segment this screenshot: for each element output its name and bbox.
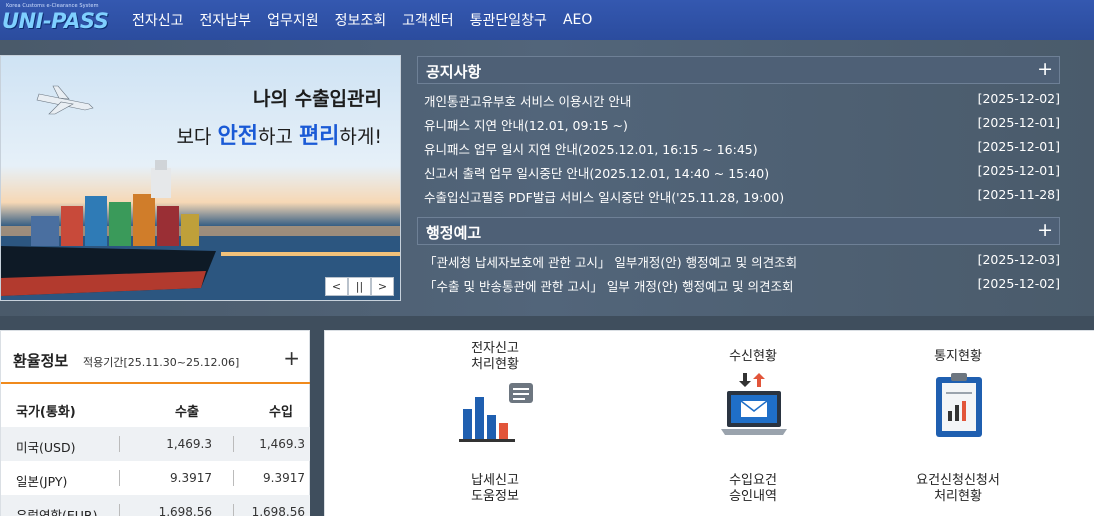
notice-item[interactable]: 유니패스 업무 일시 지연 안내(2025.12.01, 16:15 ~ 16:… <box>424 136 1060 158</box>
divider <box>233 470 234 486</box>
export-rate-cell: 1,469.3 <box>166 437 212 451</box>
admin-notice-date: [2025-12-02] <box>977 276 1060 291</box>
notice-title[interactable]: 개인통관고유부호 서비스 이용시간 안내 <box>424 91 631 110</box>
e-filing-status-shortcut[interactable]: 전자신고 처리현황 <box>425 341 565 443</box>
exchange-rate-panel: 환율정보 적용기간[25.11.30~25.12.06] + 국가(통화) 수출… <box>0 330 310 516</box>
country-cell: 일본(JPY) <box>16 474 68 489</box>
clipboard-chart-icon <box>936 373 982 437</box>
admin-notice-board-title: 행정예고 <box>426 224 482 242</box>
notice-title[interactable]: 유니패스 지연 안내(12.01, 09:15 ~) <box>424 115 628 134</box>
nav-item-e-payment[interactable]: 전자납부 <box>200 10 252 30</box>
nav-item-aeo[interactable]: AEO <box>563 12 592 28</box>
column-header-country: 국가(통화) <box>16 405 76 420</box>
admin-notice-title[interactable]: 「관세청 납세자보호에 관한 고시」 일부개정(안) 행정예고 및 의견조회 <box>424 252 797 271</box>
laptop-mail-icon <box>721 373 787 435</box>
banner-highlight-safe: 안전 <box>217 124 258 149</box>
nav-item-e-filing[interactable]: 전자신고 <box>132 10 184 30</box>
logo-text: UNI-PASS <box>2 9 109 33</box>
notice-board-header: 공지사항 + <box>417 56 1060 84</box>
import-rate-cell: 1,469.3 <box>259 437 305 451</box>
exchange-more-button[interactable]: + <box>283 346 300 370</box>
country-cell: 미국(USD) <box>16 440 76 455</box>
notice-board-title: 공지사항 <box>426 63 482 81</box>
divider <box>119 436 120 452</box>
shortcut-label: 납세신고 <box>471 473 519 488</box>
divider <box>119 504 120 516</box>
admin-notice-board-header: 행정예고 + <box>417 217 1060 245</box>
column-header-import: 수입 <box>269 405 293 420</box>
notice-title[interactable]: 수출입신고필증 PDF발급 서비스 일시중단 안내('25.11.28, 19:… <box>424 187 784 206</box>
requirement-application-status-shortcut[interactable]: 요건신청신청서 처리현황 <box>888 473 1028 505</box>
notice-date: [2025-11-28] <box>977 187 1060 202</box>
column-header-export: 수출 <box>175 405 199 420</box>
banner-subheadline: 보다 안전하고 편리하게! <box>176 118 382 150</box>
notice-item[interactable]: 유니패스 지연 안내(12.01, 09:15 ~) [2025-12-01] <box>424 112 1060 134</box>
shortcut-label: 승인내역 <box>729 489 777 504</box>
notice-item[interactable]: 신고서 출력 업무 일시중단 안내(2025.12.01, 14:40 ~ 15… <box>424 160 1060 182</box>
tax-help-info-shortcut[interactable]: 납세신고 도움정보 <box>425 473 565 505</box>
banner-highlight-convenient: 편리 <box>298 124 340 149</box>
notice-date: [2025-12-01] <box>977 163 1060 178</box>
shortcut-label: 전자신고 <box>471 341 519 356</box>
nav-item-info-inquiry[interactable]: 정보조회 <box>335 10 387 30</box>
banner-text-1: 보다 <box>176 126 218 148</box>
shortcut-label: 수입요건 <box>729 473 777 488</box>
banner-text-2: 하고 <box>257 126 299 148</box>
admin-notice-more-button[interactable]: + <box>1037 219 1053 241</box>
notice-title[interactable]: 유니패스 업무 일시 지연 안내(2025.12.01, 16:15 ~ 16:… <box>424 139 758 158</box>
divider <box>233 504 234 516</box>
notice-date: [2025-12-02] <box>977 91 1060 106</box>
top-navigation-bar: Korea Customs e-Clearance System UNI-PAS… <box>0 0 1094 40</box>
admin-notice-item[interactable]: 「관세청 납세자보호에 관한 고시」 일부개정(안) 행정예고 및 의견조회 [2… <box>424 249 1060 271</box>
import-rate-cell: 1,698.56 <box>251 505 305 516</box>
notice-title[interactable]: 신고서 출력 업무 일시중단 안내(2025.12.01, 14:40 ~ 15… <box>424 163 769 182</box>
export-rate-cell: 1,698.56 <box>158 505 212 516</box>
divider <box>233 436 234 452</box>
promo-banner[interactable]: 나의 수출입관리 보다 안전하고 편리하게! < || > <box>0 55 401 301</box>
export-rate-cell: 9.3917 <box>170 471 212 485</box>
banner-text-3: 하게! <box>339 126 382 148</box>
notice-item[interactable]: 개인통관고유부호 서비스 이용시간 안내 [2025-12-02] <box>424 88 1060 110</box>
table-row: 미국(USD) 1,469.3 1,469.3 <box>1 427 310 461</box>
shortcut-label: 통지현황 <box>934 349 982 364</box>
notification-status-shortcut[interactable]: 통지현황 <box>888 349 1028 443</box>
nav-item-single-window[interactable]: 통관단일창구 <box>470 10 547 30</box>
divider <box>119 470 120 486</box>
notice-date: [2025-12-01] <box>977 139 1060 154</box>
import-rate-cell: 9.3917 <box>263 471 305 485</box>
notice-date: [2025-12-01] <box>977 115 1060 130</box>
unipass-logo[interactable]: Korea Customs e-Clearance System UNI-PAS… <box>0 0 110 40</box>
banner-next-button[interactable]: > <box>371 277 394 296</box>
exchange-rate-period: 적용기간[25.11.30~25.12.06] <box>83 356 240 369</box>
nav-item-customer-center[interactable]: 고객센터 <box>402 10 454 30</box>
shortcut-label: 수신현황 <box>729 349 777 364</box>
notice-item[interactable]: 수출입신고필증 PDF발급 서비스 일시중단 안내('25.11.28, 19:… <box>424 184 1060 206</box>
admin-notice-title[interactable]: 「수출 및 반송통관에 관한 고시」 일부 개정(안) 행정예고 및 의견조회 <box>424 276 794 295</box>
admin-notice-item[interactable]: 「수출 및 반송통관에 관한 고시」 일부 개정(안) 행정예고 및 의견조회 [… <box>424 273 1060 295</box>
country-cell: 유럽연합(EUR) <box>16 508 98 516</box>
import-requirement-approval-shortcut[interactable]: 수입요건 승인내역 <box>683 473 823 505</box>
shortcut-label: 처리현황 <box>471 357 519 372</box>
nav-item-business-support[interactable]: 업무지원 <box>267 10 319 30</box>
exchange-rate-header: 환율정보 적용기간[25.11.30~25.12.06] + <box>1 331 310 384</box>
shortcut-label: 도움정보 <box>471 489 519 504</box>
shortcut-label: 요건신청신청서 <box>916 473 1000 488</box>
shortcut-label: 처리현황 <box>934 489 982 504</box>
bar-chart-report-icon <box>459 383 533 442</box>
exchange-rate-title: 환율정보 <box>13 352 69 370</box>
reception-status-shortcut[interactable]: 수신현황 <box>683 349 823 443</box>
table-row: 일본(JPY) 9.3917 9.3917 <box>1 461 310 495</box>
notice-more-button[interactable]: + <box>1037 58 1053 80</box>
admin-notice-date: [2025-12-03] <box>977 252 1060 267</box>
banner-prev-button[interactable]: < <box>325 277 348 296</box>
banner-pause-button[interactable]: || <box>348 277 371 296</box>
table-row: 유럽연합(EUR) 1,698.56 1,698.56 <box>1 495 310 516</box>
banner-headline: 나의 수출입관리 <box>253 88 382 110</box>
main-menu: 전자신고 전자납부 업무지원 정보조회 고객센터 통관단일창구 AEO <box>132 0 608 40</box>
status-shortcut-panel: 전자신고 처리현황 수신현황 통지현황 납세신고 도움정보 수입요건 승인내역 … <box>324 330 1094 516</box>
banner-controls: < || > <box>325 277 394 296</box>
